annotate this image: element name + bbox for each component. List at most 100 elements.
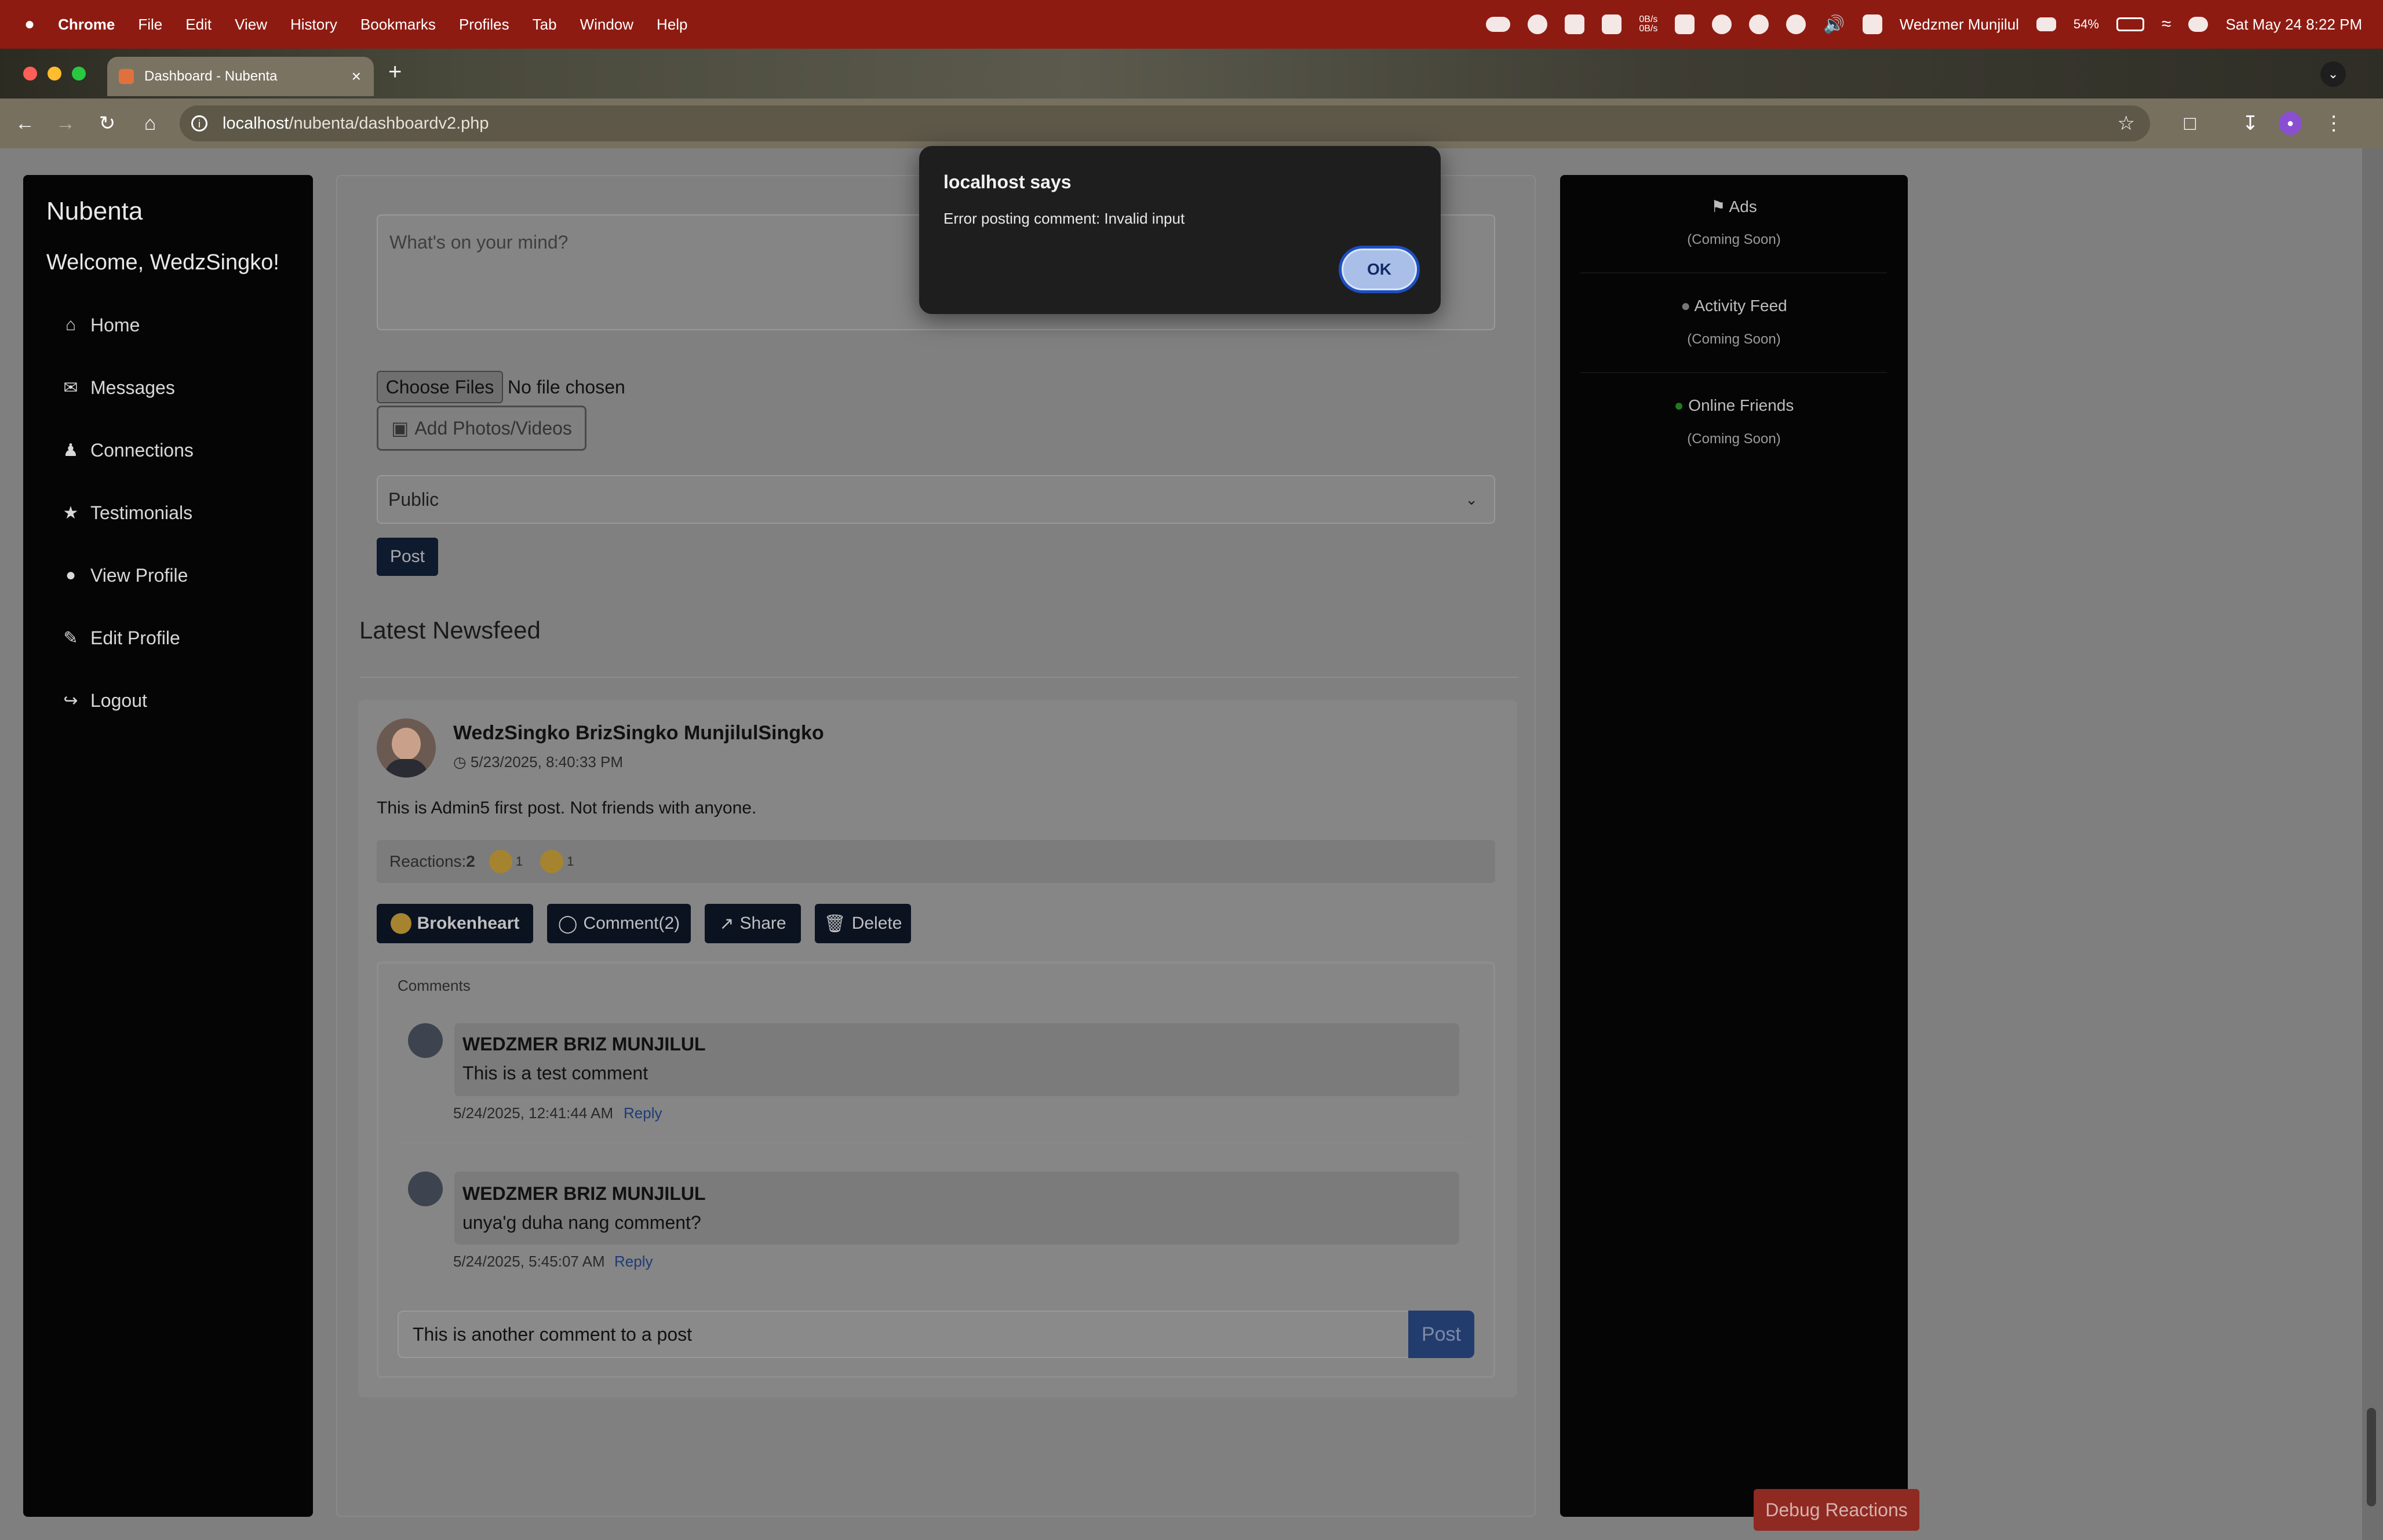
comment-author[interactable]: WEDZMER BRIZ MUNJILUL — [462, 1034, 706, 1055]
menu-tab[interactable]: Tab — [533, 16, 557, 34]
sad-reaction-icon[interactable] — [540, 850, 564, 873]
cloud-icon[interactable] — [1486, 17, 1511, 32]
menu-help[interactable]: Help — [657, 16, 687, 34]
browser-tab[interactable]: Dashboard - Nubenta × — [107, 57, 374, 96]
comment-button[interactable]: ◯ Comment(2) — [547, 904, 691, 943]
bookmark-star-icon[interactable]: ☆ — [2118, 112, 2135, 135]
delete-button[interactable]: 🗑 Delete — [815, 904, 911, 943]
react-label: Brokenheart — [417, 914, 520, 933]
minimize-window-button[interactable] — [48, 67, 61, 81]
share-label: Share — [739, 914, 786, 933]
menu-edit[interactable]: Edit — [185, 16, 212, 34]
add-photos-label: Add Photos/Videos — [414, 417, 572, 439]
brand-logo-text[interactable]: Nubenta — [46, 197, 143, 226]
brokenheart-reaction-icon[interactable] — [489, 850, 512, 873]
tab-search-chevron-icon[interactable]: ⌄ — [2320, 61, 2346, 87]
forward-arrow-icon[interactable]: → — [52, 110, 79, 137]
cursor-icon[interactable] — [1786, 14, 1806, 34]
outlook-icon[interactable] — [1602, 14, 1622, 34]
sidebar-item-label: Edit Profile — [90, 627, 180, 648]
widget-divider — [1580, 372, 1887, 373]
newsfeed-heading: Latest Newsfeed — [359, 616, 541, 644]
file-status-text: No file chosen — [508, 377, 625, 397]
skype-icon[interactable] — [1565, 14, 1585, 34]
app-a-icon[interactable] — [1862, 14, 1882, 34]
volume-icon[interactable]: 🔊 — [1823, 14, 1845, 35]
url-host: localhost — [223, 114, 289, 133]
home-browser-icon[interactable]: ⌂ — [137, 110, 163, 137]
comment-post-button[interactable]: Post — [1408, 1311, 1474, 1358]
chevron-down-icon: ⌄ — [1465, 490, 1478, 508]
new-tab-icon[interactable]: + — [388, 59, 402, 85]
menu-file[interactable]: File — [138, 16, 162, 34]
grammarly-icon[interactable] — [1712, 14, 1732, 34]
dropbox-icon[interactable] — [1675, 14, 1695, 34]
debug-reactions-button[interactable]: Debug Reactions — [1754, 1489, 1919, 1531]
dialog-title: localhost says — [943, 171, 1072, 192]
menu-app-name[interactable]: Chrome — [58, 16, 115, 34]
wifi-icon[interactable]: ≈ — [2162, 14, 2171, 34]
dialog-ok-button[interactable]: OK — [1339, 246, 1420, 293]
site-info-icon[interactable]: i — [191, 115, 207, 132]
chrome-menu-icon[interactable]: ⋮ — [2320, 110, 2347, 137]
back-arrow-icon[interactable]: ← — [12, 110, 38, 137]
logout-icon: ↪ — [63, 691, 78, 710]
comment-avatar[interactable] — [408, 1172, 443, 1206]
sidebar-item-home[interactable]: ⌂ Home — [60, 305, 304, 345]
comment-divider — [398, 1143, 1470, 1144]
menubar-user[interactable]: Wedzmer Munjilul — [1900, 16, 2019, 34]
close-tab-icon[interactable]: × — [352, 67, 361, 86]
share-icon: ↗ — [719, 914, 734, 933]
menu-profiles[interactable]: Profiles — [459, 16, 509, 34]
comment-timestamp: 5/24/2025, 5:45:07 AM — [453, 1253, 605, 1270]
star-icon: ★ — [63, 503, 79, 523]
download-icon[interactable]: ↧ — [2237, 110, 2264, 137]
reactions-total: 2 — [466, 852, 475, 870]
sidebar-item-label: Testimonials — [90, 502, 193, 523]
reload-icon[interactable]: ↻ — [94, 110, 121, 137]
react-button[interactable]: Brokenheart — [377, 904, 533, 943]
zoom-window-button[interactable] — [72, 67, 86, 81]
comment-timestamp: 5/24/2025, 12:41:44 AM — [453, 1104, 614, 1122]
battery-icon[interactable] — [2116, 17, 2144, 31]
comment-input[interactable]: This is another comment to a post — [398, 1311, 1409, 1358]
apple-menu-icon[interactable]: ● — [24, 14, 35, 34]
add-photos-button[interactable]: ▣ Add Photos/Videos — [377, 406, 586, 451]
page-scrollbar[interactable] — [2362, 148, 2383, 1540]
profile-avatar-icon[interactable]: ● — [2279, 112, 2302, 135]
comment-text: This is a test comment — [462, 1063, 648, 1083]
sidebar-item-view-profile[interactable]: ● View Profile — [60, 555, 304, 596]
d-app-icon[interactable] — [1749, 14, 1769, 34]
sidebar-item-edit-profile[interactable]: ✎ Edit Profile — [60, 618, 304, 658]
menu-history[interactable]: History — [290, 16, 337, 34]
keyboard-icon[interactable] — [2036, 17, 2056, 31]
comment-author[interactable]: WEDZMER BRIZ MUNJILUL — [462, 1183, 706, 1205]
sidebar-item-connections[interactable]: ♟ Connections — [60, 430, 304, 470]
post-author-avatar[interactable] — [377, 718, 436, 778]
menu-bookmarks[interactable]: Bookmarks — [360, 16, 436, 34]
post-button[interactable]: Post — [377, 538, 438, 576]
control-center-icon[interactable] — [2188, 17, 2209, 32]
sidebar-item-logout[interactable]: ↪ Logout — [60, 680, 304, 721]
reply-link[interactable]: Reply — [624, 1104, 662, 1122]
menu-window[interactable]: Window — [580, 16, 633, 34]
extensions-icon[interactable]: □ — [2177, 110, 2203, 137]
comment-bubble-icon: ◯ — [558, 914, 578, 933]
choose-files-button[interactable]: Choose Files — [377, 371, 503, 403]
scrollbar-thumb[interactable] — [2367, 1408, 2376, 1506]
sidebar-item-messages[interactable]: ✉ Messages — [60, 367, 304, 408]
address-bar[interactable]: i localhost/nubenta/dashboardv2.php ☆ — [180, 105, 2150, 141]
close-window-button[interactable] — [23, 67, 37, 81]
comment-avatar[interactable] — [408, 1023, 443, 1058]
users-icon: ♟ — [63, 440, 79, 460]
menu-view[interactable]: View — [235, 16, 267, 34]
post-author-name[interactable]: WedzSingko BrizSingko MunjilulSingko — [453, 722, 824, 745]
composer-placeholder: What's on your mind? — [389, 232, 569, 253]
reply-link[interactable]: Reply — [614, 1253, 653, 1271]
privacy-select[interactable]: Public ⌄ — [377, 475, 1495, 524]
sidebar-item-testimonials[interactable]: ★ Testimonials — [60, 492, 304, 533]
widget-title-text: Activity Feed — [1694, 297, 1787, 315]
creative-cloud-icon[interactable] — [1528, 14, 1548, 34]
menubar-clock[interactable]: Sat May 24 8:22 PM — [2225, 16, 2362, 34]
share-button[interactable]: ↗ Share — [705, 904, 801, 943]
